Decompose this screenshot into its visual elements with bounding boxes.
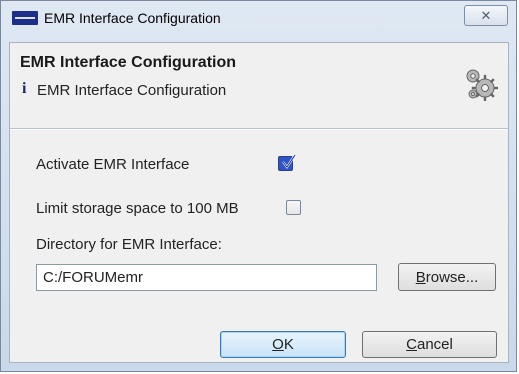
- cancel-button[interactable]: Cancel: [362, 331, 497, 358]
- limit-storage-checkbox[interactable]: [286, 200, 301, 215]
- header-separator: [10, 128, 508, 130]
- header-subtitle: EMR Interface Configuration: [37, 82, 227, 99]
- browse-label: rowse...: [425, 268, 479, 286]
- checkmark-icon: [282, 154, 296, 169]
- ok-button[interactable]: OK: [220, 331, 346, 358]
- close-icon: ✕: [480, 7, 492, 23]
- dialog-header: EMR Interface Configuration i EMR Interf…: [10, 43, 508, 127]
- browse-mnemonic: B: [415, 268, 426, 286]
- browse-button[interactable]: Browse...: [398, 263, 496, 291]
- ok-label: K: [283, 336, 294, 353]
- info-icon: i: [22, 80, 27, 97]
- dialog-client-area: EMR Interface Configuration i EMR Interf…: [9, 42, 509, 363]
- title-bar[interactable]: EMR Interface Configuration ✕: [1, 1, 516, 35]
- directory-input[interactable]: [36, 264, 377, 291]
- cancel-mnemonic: C: [406, 336, 417, 353]
- header-title: EMR Interface Configuration: [20, 54, 237, 71]
- window-title: EMR Interface Configuration: [44, 10, 221, 26]
- activate-emr-label: Activate EMR Interface: [36, 156, 190, 173]
- activate-emr-checkbox[interactable]: [278, 154, 296, 171]
- ok-mnemonic: O: [272, 336, 284, 353]
- cancel-label: ancel: [416, 336, 453, 353]
- close-button[interactable]: ✕: [464, 5, 508, 26]
- gear-icon: [466, 69, 498, 101]
- directory-label: Directory for EMR Interface:: [36, 236, 222, 253]
- limit-storage-label: Limit storage space to 100 MB: [36, 200, 239, 217]
- zeiss-logo-icon: [12, 11, 38, 25]
- dialog-window: EMR Interface Configuration ✕ EMR Interf…: [0, 0, 517, 372]
